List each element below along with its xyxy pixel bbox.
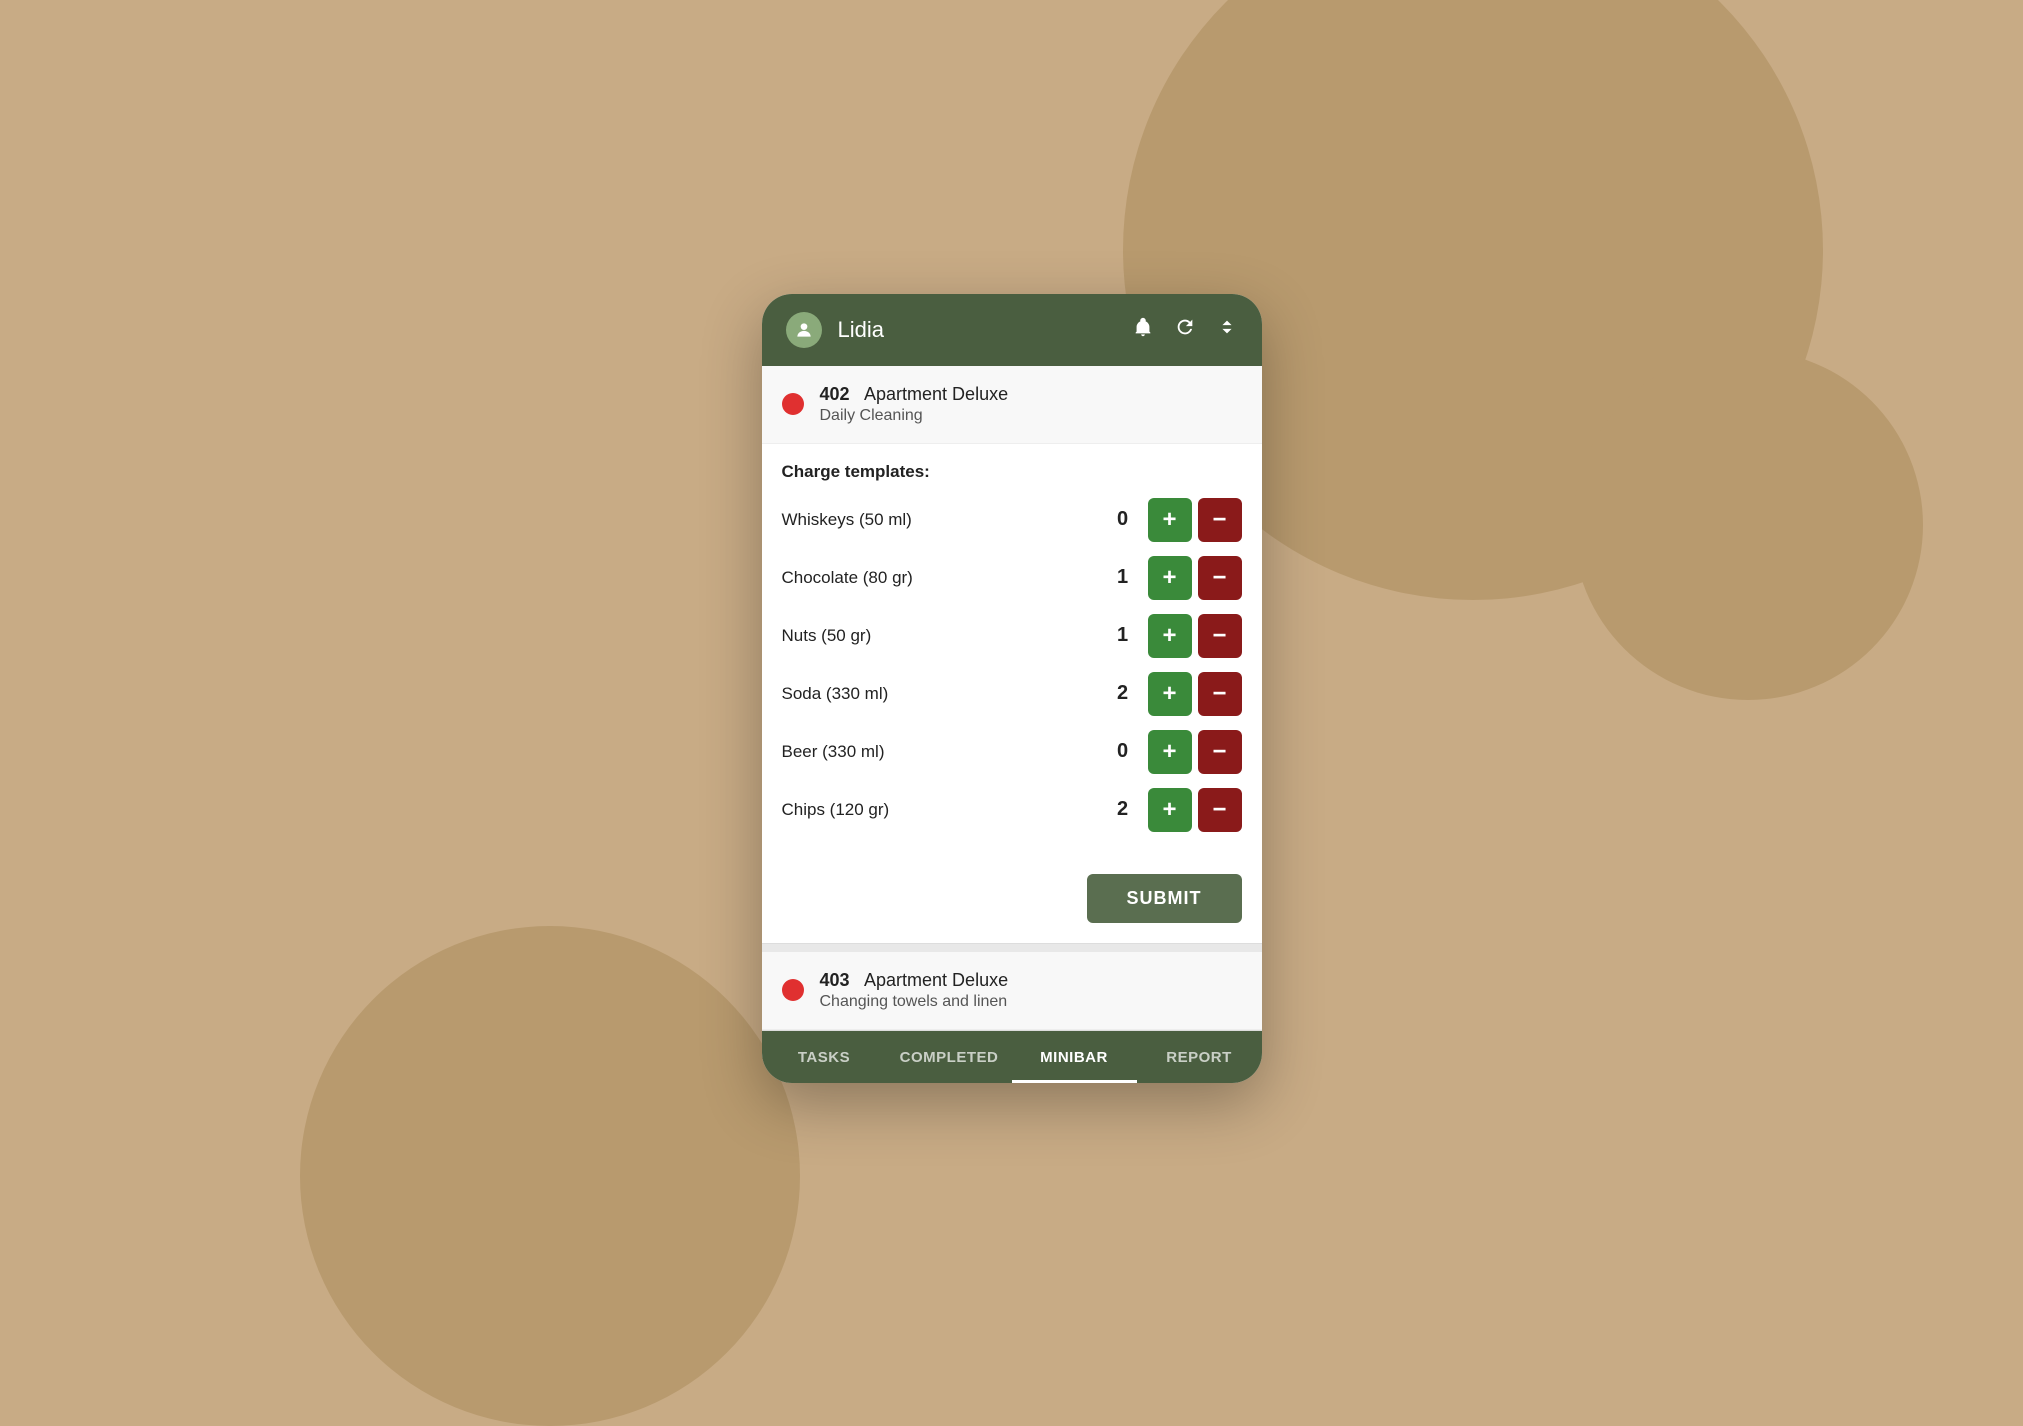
- minus-button-chocolate[interactable]: −: [1198, 556, 1242, 600]
- task-card-403: 403 Apartment Deluxe Changing towels and…: [762, 952, 1262, 1031]
- minus-button-chips[interactable]: −: [1198, 788, 1242, 832]
- item-name-whiskeys: Whiskeys (50 ml): [782, 510, 1108, 530]
- plus-button-soda[interactable]: +: [1148, 672, 1192, 716]
- header-actions: [1132, 316, 1238, 344]
- item-qty-chips: 2: [1108, 798, 1138, 821]
- task-number-room-402: 402 Apartment Deluxe: [820, 384, 1009, 405]
- item-qty-nuts: 1: [1108, 624, 1138, 647]
- task-title-block-403: 403 Apartment Deluxe Changing towels and…: [820, 970, 1009, 1011]
- avatar: [786, 312, 822, 348]
- nav-tasks[interactable]: TASKS: [762, 1031, 887, 1083]
- plus-button-chips[interactable]: +: [1148, 788, 1192, 832]
- minus-button-soda[interactable]: −: [1198, 672, 1242, 716]
- item-qty-whiskeys: 0: [1108, 508, 1138, 531]
- nav-completed[interactable]: COMPLETED: [887, 1031, 1012, 1083]
- item-name-nuts: Nuts (50 gr): [782, 626, 1108, 646]
- plus-button-chocolate[interactable]: +: [1148, 556, 1192, 600]
- charge-row-nuts: Nuts (50 gr) 1 + −: [782, 614, 1242, 658]
- item-name-chocolate: Chocolate (80 gr): [782, 568, 1108, 588]
- minus-button-nuts[interactable]: −: [1198, 614, 1242, 658]
- expand-icon[interactable]: [1216, 316, 1238, 344]
- charge-row-chips: Chips (120 gr) 2 + −: [782, 788, 1242, 832]
- plus-button-beer[interactable]: +: [1148, 730, 1192, 774]
- status-dot-402: [782, 393, 804, 415]
- bg-decoration-3: [1573, 350, 1923, 700]
- app-header: Lidia: [762, 294, 1262, 366]
- charge-section-402: Charge templates: Whiskeys (50 ml) 0 + −…: [762, 444, 1262, 864]
- nav-report[interactable]: REPORT: [1137, 1031, 1262, 1083]
- status-dot-403: [782, 979, 804, 1001]
- task-card-402: 402 Apartment Deluxe Daily Cleaning Char…: [762, 366, 1262, 944]
- task-number-room-403: 403 Apartment Deluxe: [820, 970, 1009, 991]
- task-type-403: Changing towels and linen: [820, 993, 1009, 1011]
- card-separator: [762, 944, 1262, 952]
- task-number-403: 403: [820, 970, 850, 990]
- charge-templates-label: Charge templates:: [782, 462, 1242, 482]
- item-qty-soda: 2: [1108, 682, 1138, 705]
- username-label: Lidia: [838, 317, 1116, 343]
- task-room-403: Apartment Deluxe: [854, 970, 1008, 990]
- minus-button-whiskeys[interactable]: −: [1198, 498, 1242, 542]
- task-type-402: Daily Cleaning: [820, 407, 1009, 425]
- plus-button-whiskeys[interactable]: +: [1148, 498, 1192, 542]
- task-room-402: Apartment Deluxe: [854, 384, 1008, 404]
- task-header-403: 403 Apartment Deluxe Changing towels and…: [762, 952, 1262, 1030]
- submit-button-402[interactable]: SUBMIT: [1087, 874, 1242, 923]
- phone-container: Lidia: [762, 294, 1262, 1083]
- nav-minibar[interactable]: MINIBAR: [1012, 1031, 1137, 1083]
- task-number-402: 402: [820, 384, 850, 404]
- item-name-beer: Beer (330 ml): [782, 742, 1108, 762]
- task-header-402: 402 Apartment Deluxe Daily Cleaning: [762, 366, 1262, 444]
- refresh-icon[interactable]: [1174, 316, 1196, 344]
- bell-icon[interactable]: [1132, 316, 1154, 344]
- task-title-block-402: 402 Apartment Deluxe Daily Cleaning: [820, 384, 1009, 425]
- charge-row-whiskeys: Whiskeys (50 ml) 0 + −: [782, 498, 1242, 542]
- minus-button-beer[interactable]: −: [1198, 730, 1242, 774]
- bottom-navigation: TASKS COMPLETED MINIBAR REPORT: [762, 1031, 1262, 1083]
- submit-row-402: SUBMIT: [762, 864, 1262, 943]
- charge-row-soda: Soda (330 ml) 2 + −: [782, 672, 1242, 716]
- plus-button-nuts[interactable]: +: [1148, 614, 1192, 658]
- item-qty-beer: 0: [1108, 740, 1138, 763]
- item-qty-chocolate: 1: [1108, 566, 1138, 589]
- bg-decoration-2: [300, 926, 800, 1426]
- charge-row-beer: Beer (330 ml) 0 + −: [782, 730, 1242, 774]
- charge-row-chocolate: Chocolate (80 gr) 1 + −: [782, 556, 1242, 600]
- content-area: 402 Apartment Deluxe Daily Cleaning Char…: [762, 366, 1262, 1031]
- item-name-soda: Soda (330 ml): [782, 684, 1108, 704]
- item-name-chips: Chips (120 gr): [782, 800, 1108, 820]
